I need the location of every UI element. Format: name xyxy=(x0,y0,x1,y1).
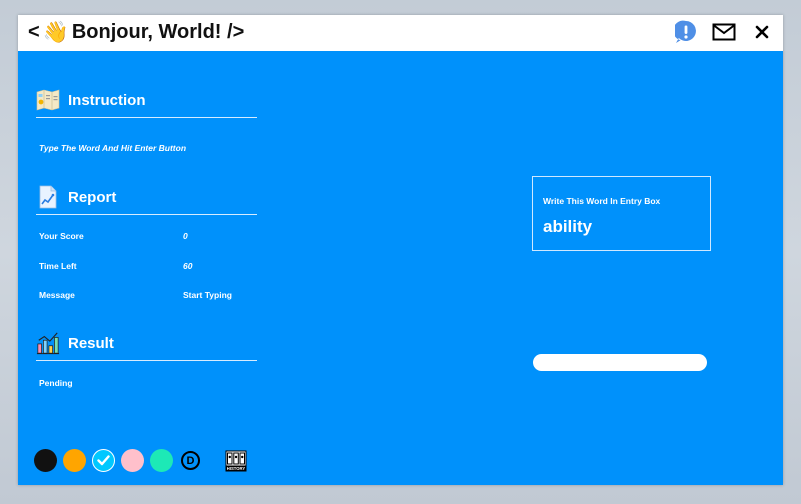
time-left-value: 60 xyxy=(183,261,193,271)
theme-color-swatch[interactable] xyxy=(92,449,115,472)
result-title: Result xyxy=(68,334,114,352)
dark-mode-toggle[interactable]: D xyxy=(181,451,200,470)
report-header: Report xyxy=(36,180,257,215)
theme-color-swatch[interactable] xyxy=(150,449,173,472)
theme-color-swatch[interactable] xyxy=(34,449,57,472)
close-icon[interactable] xyxy=(749,19,775,45)
report-key: Message xyxy=(39,290,75,300)
report-chart-icon xyxy=(36,185,60,209)
result-header: Result xyxy=(36,326,257,361)
bar-chart-icon xyxy=(36,331,60,355)
title-prefix: < xyxy=(28,21,40,43)
app-title: < 👋 Bonjour, World! /> xyxy=(28,20,244,45)
message-value: Start Typing xyxy=(183,290,232,300)
word-prompt-box: Write This Word In Entry Box ability xyxy=(532,176,711,251)
title-bar: < 👋 Bonjour, World! /> xyxy=(18,15,783,51)
map-icon xyxy=(36,88,60,112)
word-entry-input[interactable] xyxy=(533,354,707,371)
title-text: Bonjour, World! /> xyxy=(71,21,245,43)
theme-color-swatch[interactable] xyxy=(121,449,144,472)
report-title: Report xyxy=(68,188,117,206)
theme-swatches: D xyxy=(34,449,200,472)
wave-emoji-icon: 👋 xyxy=(42,20,69,44)
mail-icon[interactable] xyxy=(711,19,737,45)
score-value: 0 xyxy=(183,231,188,241)
report-key: Time Left xyxy=(39,261,77,271)
instruction-title: Instruction xyxy=(68,91,146,109)
instruction-header: Instruction xyxy=(36,83,257,118)
report-key: Your Score xyxy=(39,231,84,241)
titlebar-actions xyxy=(673,19,775,45)
history-label: HISTORY xyxy=(227,466,246,471)
theme-color-swatch[interactable] xyxy=(63,449,86,472)
history-icon[interactable]: HISTORY xyxy=(225,450,247,472)
info-alert-icon[interactable] xyxy=(673,19,699,45)
app-window: < 👋 Bonjour, World! /> Instruction Type … xyxy=(18,15,783,485)
check-icon xyxy=(97,455,110,466)
word-prompt-hint: Write This Word In Entry Box xyxy=(543,196,661,206)
target-word: ability xyxy=(543,217,593,236)
result-status: Pending xyxy=(39,378,73,388)
instruction-text: Type The Word And Hit Enter Button xyxy=(39,143,187,153)
